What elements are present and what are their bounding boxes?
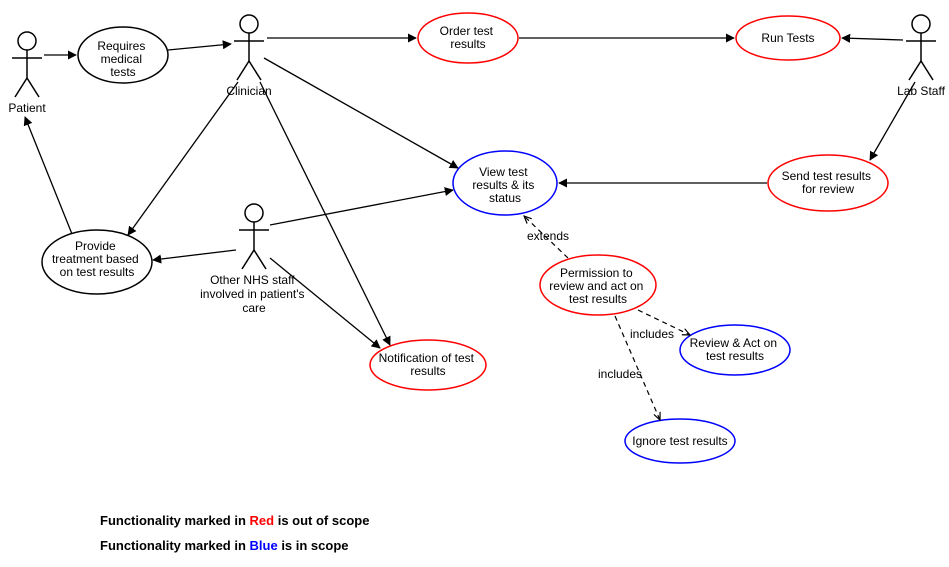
edge-othernhs-treatment xyxy=(153,250,236,260)
edge-clinician-treatment xyxy=(128,82,238,235)
edge-clinician-view xyxy=(264,58,458,168)
actor-lab-staff: Lab Staff xyxy=(897,15,945,98)
svg-text:Permission to review and: Permission to review and act on test res… xyxy=(549,266,646,306)
usecase-ignore: Ignore test results xyxy=(625,419,735,463)
edge-treatment-patient xyxy=(25,117,72,234)
actor-patient: Patient xyxy=(8,32,46,115)
svg-text:Requires medical t: Requires medical tests xyxy=(97,39,148,79)
edge-labstaff-send xyxy=(870,82,915,160)
usecase-provide-treatment: Provide treatment based on test results xyxy=(42,230,152,294)
label-includes-1: includes xyxy=(630,327,674,341)
actor-clinician: Clinician xyxy=(226,15,271,98)
svg-text:Run Tests: Run Tests xyxy=(761,31,814,45)
svg-text:Ignore test results: Ignore test results xyxy=(632,434,727,448)
svg-text:Provide treatment based: Provide treatment based on test results xyxy=(52,239,142,279)
usecase-send-results: Send test results for review xyxy=(768,155,888,211)
actor-patient-label: Patient xyxy=(8,101,46,115)
svg-text:Notification of test res: Notification of test results xyxy=(379,351,478,378)
label-includes-2: includes xyxy=(598,367,642,381)
usecase-run-tests: Run Tests xyxy=(736,16,840,60)
actor-other-nhs-label: Other NHS staff involved in patient's ca… xyxy=(200,273,308,315)
legend-in-scope: Functionality marked in Blue is in scope xyxy=(100,538,349,553)
edge-labstaff-run xyxy=(842,38,903,40)
svg-text:View test results & its: View test results & its status xyxy=(472,165,537,205)
edge-othernhs-view xyxy=(270,190,453,225)
usecase-permission: Permission to review and act on test res… xyxy=(540,255,656,315)
usecase-order-tests: Order test results xyxy=(418,13,518,63)
edge-requires-clinician xyxy=(168,44,231,50)
edge-clinician-notification xyxy=(260,82,390,345)
usecase-notification: Notification of test results xyxy=(370,340,486,390)
svg-text:Send test results for re: Send test results for review xyxy=(782,169,875,196)
svg-text:Review & Act on test res: Review & Act on test results xyxy=(690,336,781,363)
svg-text:Order test results: Order test results xyxy=(440,24,497,51)
legend-out-of-scope: Functionality marked in Red is out of sc… xyxy=(100,513,369,528)
label-extends: extends xyxy=(527,229,569,243)
usecase-requires-tests: Requires medical tests xyxy=(78,27,168,83)
use-case-diagram: Patient Clinician Other NHS staff involv… xyxy=(0,0,949,567)
usecase-view-results: View test results & its status xyxy=(453,151,557,215)
actor-lab-staff-label: Lab Staff xyxy=(897,84,945,98)
usecase-review-act: Review & Act on test results xyxy=(680,325,790,375)
edge-othernhs-notification xyxy=(270,258,380,348)
